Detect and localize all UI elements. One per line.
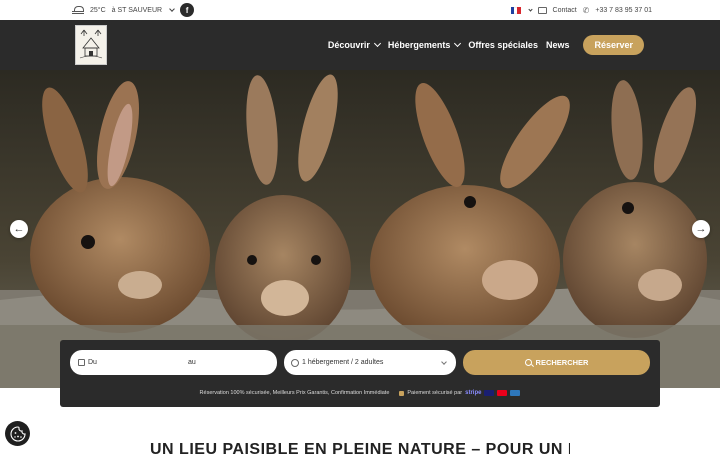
- user-icon: [291, 358, 299, 367]
- chevron-down-icon: [454, 39, 462, 48]
- chevron-down-icon[interactable]: [169, 6, 175, 12]
- weather-icon: [72, 6, 84, 14]
- chevron-down-icon: [441, 359, 447, 365]
- stripe-logo: stripe: [465, 390, 482, 396]
- slider-prev-button[interactable]: ←: [10, 220, 28, 238]
- date-from-label: Du: [88, 359, 97, 366]
- calendar-icon: [78, 359, 85, 366]
- mail-icon: [537, 6, 547, 14]
- facebook-icon[interactable]: f: [180, 3, 195, 17]
- visa-card-icon: [484, 390, 495, 396]
- lock-icon: [399, 390, 405, 396]
- phone-icon: ✆: [582, 5, 590, 15]
- nav-decouvrir[interactable]: Découvrir: [328, 39, 381, 50]
- date-to-label: au: [188, 359, 196, 366]
- payment-secure: Paiement sécurisé par stripe: [399, 390, 521, 396]
- amex-card-icon: [510, 390, 521, 396]
- nav-offres-speciales[interactable]: Offres spéciales: [468, 40, 538, 50]
- cookie-icon: [9, 425, 26, 442]
- weather-temp: 25°C: [90, 6, 106, 14]
- reserve-button[interactable]: Réserver: [583, 35, 644, 55]
- location-selector[interactable]: à ST SAUVEUR: [112, 7, 162, 14]
- security-note: Réservation 100% sécurisée, Meilleurs Pr…: [199, 390, 390, 396]
- top-bar: 25°C à ST SAUVEUR f Contact ✆ +33 7 83 9…: [0, 0, 720, 20]
- booking-footnote: Réservation 100% sécurisée, Meilleurs Pr…: [60, 390, 660, 396]
- booking-widget: Du au 1 hébergement / 2 adultes RECHERCH…: [60, 340, 660, 407]
- section-heading: UN LIEU PAISIBLE EN PLEINE NATURE – POUR…: [150, 441, 570, 458]
- site-logo[interactable]: [75, 25, 107, 65]
- search-icon: [524, 359, 532, 366]
- chevron-down-icon: [373, 39, 381, 48]
- phone-link[interactable]: +33 7 83 95 37 01: [595, 7, 652, 14]
- search-button[interactable]: RECHERCHER: [463, 350, 650, 375]
- nav-news[interactable]: News: [546, 40, 570, 50]
- nav-hebergements[interactable]: Hébergements: [388, 39, 462, 50]
- cookie-settings-button[interactable]: [5, 421, 30, 446]
- contact-link[interactable]: Contact: [553, 7, 577, 14]
- main-header: Découvrir Hébergements Offres spéciales …: [0, 20, 720, 70]
- main-nav: Découvrir Hébergements Offres spéciales …: [328, 35, 644, 55]
- date-range-input[interactable]: Du au: [70, 350, 277, 375]
- guests-value: 1 hébergement / 2 adultes: [302, 359, 384, 366]
- guests-select[interactable]: 1 hébergement / 2 adultes: [284, 350, 456, 375]
- logo-icon: [79, 29, 103, 59]
- french-flag-icon[interactable]: [510, 6, 521, 14]
- mastercard-icon: [497, 390, 508, 396]
- slider-next-button[interactable]: →: [692, 220, 710, 238]
- language-chevron-icon[interactable]: [527, 6, 533, 12]
